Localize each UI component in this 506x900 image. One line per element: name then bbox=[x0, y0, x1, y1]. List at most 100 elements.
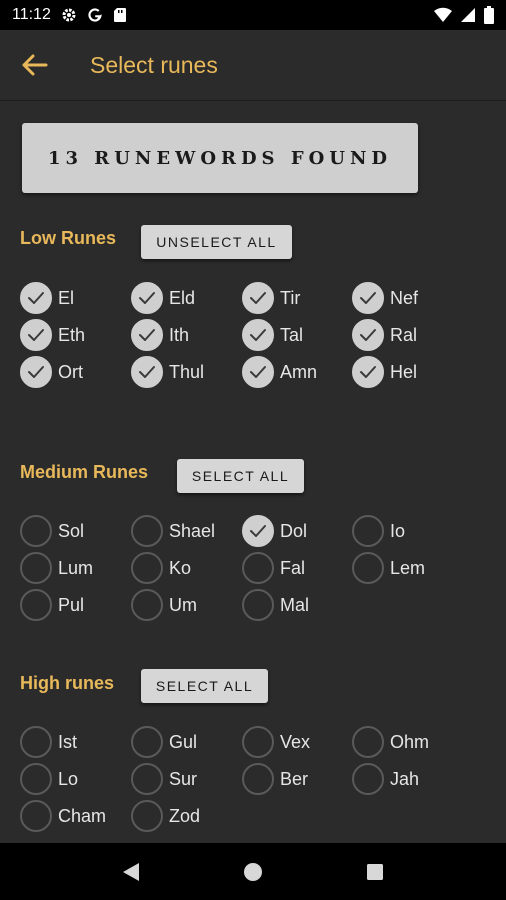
rune-checkbox-ral[interactable]: Ral bbox=[352, 319, 417, 351]
checkbox-unchecked-icon[interactable] bbox=[131, 800, 163, 832]
checkbox-unchecked-icon[interactable] bbox=[20, 763, 52, 795]
rune-checkbox-mal[interactable]: Mal bbox=[242, 589, 309, 621]
rune-checkbox-el[interactable]: El bbox=[20, 282, 74, 314]
checkbox-unchecked-icon[interactable] bbox=[352, 515, 384, 547]
rune-label: Jah bbox=[390, 768, 420, 789]
checkbox-unchecked-icon[interactable] bbox=[131, 515, 163, 547]
rune-checkbox-amn[interactable]: Amn bbox=[242, 356, 317, 388]
checkmark-icon bbox=[360, 366, 376, 378]
checkbox-checked-icon[interactable] bbox=[242, 356, 274, 388]
circle-home-icon bbox=[244, 862, 262, 881]
rune-checkbox-ort[interactable]: Ort bbox=[20, 356, 83, 388]
rune-checkbox-ohm[interactable]: Ohm bbox=[352, 726, 429, 758]
rune-checkbox-nef[interactable]: Nef bbox=[352, 282, 418, 314]
checkbox-checked-icon[interactable] bbox=[242, 515, 274, 547]
checkbox-checked-icon[interactable] bbox=[352, 356, 384, 388]
high-select-all-button[interactable]: SELECT ALL bbox=[141, 669, 268, 703]
rune-label: Ith bbox=[169, 324, 190, 345]
low-unselect-all-button[interactable]: UNSELECT ALL bbox=[141, 225, 292, 259]
nav-recents-button[interactable] bbox=[355, 852, 395, 892]
rune-checkbox-ith[interactable]: Ith bbox=[131, 319, 189, 351]
triangle-back-icon bbox=[123, 862, 139, 881]
rune-label: Ko bbox=[169, 557, 192, 578]
rune-checkbox-vex[interactable]: Vex bbox=[242, 726, 310, 758]
medium-select-all-button[interactable]: SELECT ALL bbox=[177, 459, 304, 493]
rune-checkbox-eld[interactable]: Eld bbox=[131, 282, 195, 314]
rune-checkbox-hel[interactable]: Hel bbox=[352, 356, 417, 388]
checkbox-unchecked-icon[interactable] bbox=[20, 552, 52, 584]
rune-checkbox-um[interactable]: Um bbox=[131, 589, 197, 621]
checkmark-icon bbox=[28, 366, 44, 378]
checkbox-unchecked-icon[interactable] bbox=[242, 589, 274, 621]
checkbox-unchecked-icon[interactable] bbox=[352, 552, 384, 584]
checkbox-checked-icon[interactable] bbox=[242, 319, 274, 351]
checkmark-icon bbox=[250, 292, 266, 304]
rune-checkbox-tal[interactable]: Tal bbox=[242, 319, 303, 351]
rune-checkbox-eth[interactable]: Eth bbox=[20, 319, 85, 351]
rune-label: Ohm bbox=[390, 731, 430, 752]
rune-checkbox-sur[interactable]: Sur bbox=[131, 763, 197, 795]
checkbox-unchecked-icon[interactable] bbox=[131, 763, 163, 795]
checkbox-unchecked-icon[interactable] bbox=[242, 552, 274, 584]
checkbox-unchecked-icon[interactable] bbox=[242, 726, 274, 758]
checkbox-checked-icon[interactable] bbox=[20, 282, 52, 314]
rune-checkbox-fal[interactable]: Fal bbox=[242, 552, 305, 584]
checkbox-unchecked-icon[interactable] bbox=[131, 726, 163, 758]
signal-icon bbox=[460, 7, 476, 23]
checkbox-unchecked-icon[interactable] bbox=[20, 515, 52, 547]
rune-checkbox-cham[interactable]: Cham bbox=[20, 800, 106, 832]
checkbox-checked-icon[interactable] bbox=[131, 282, 163, 314]
battery-icon bbox=[484, 6, 494, 24]
rune-checkbox-ko[interactable]: Ko bbox=[131, 552, 191, 584]
rune-checkbox-jah[interactable]: Jah bbox=[352, 763, 419, 795]
rune-checkbox-zod[interactable]: Zod bbox=[131, 800, 200, 832]
rune-checkbox-lum[interactable]: Lum bbox=[20, 552, 93, 584]
checkbox-unchecked-icon[interactable] bbox=[20, 800, 52, 832]
rune-checkbox-shael[interactable]: Shael bbox=[131, 515, 215, 547]
rune-checkbox-io[interactable]: Io bbox=[352, 515, 405, 547]
app-bar: Select runes bbox=[0, 30, 506, 100]
rune-label: Hel bbox=[390, 361, 418, 382]
rune-checkbox-gul[interactable]: Gul bbox=[131, 726, 197, 758]
checkbox-unchecked-icon[interactable] bbox=[20, 589, 52, 621]
rune-label: Ort bbox=[58, 361, 83, 382]
checkbox-unchecked-icon[interactable] bbox=[131, 552, 163, 584]
rune-checkbox-ist[interactable]: Ist bbox=[20, 726, 77, 758]
checkbox-unchecked-icon[interactable] bbox=[352, 726, 384, 758]
rune-checkbox-lem[interactable]: Lem bbox=[352, 552, 425, 584]
rune-checkbox-pul[interactable]: Pul bbox=[20, 589, 84, 621]
checkbox-checked-icon[interactable] bbox=[131, 319, 163, 351]
nav-home-button[interactable] bbox=[233, 852, 273, 892]
checkmark-icon bbox=[139, 366, 155, 378]
rune-checkbox-tir[interactable]: Tir bbox=[242, 282, 300, 314]
checkbox-checked-icon[interactable] bbox=[131, 356, 163, 388]
rune-label: Vex bbox=[280, 731, 311, 752]
rune-checkbox-lo[interactable]: Lo bbox=[20, 763, 78, 795]
rune-label: Nef bbox=[390, 287, 419, 308]
checkbox-checked-icon[interactable] bbox=[352, 282, 384, 314]
wifi-icon bbox=[434, 7, 452, 23]
checkbox-checked-icon[interactable] bbox=[20, 319, 52, 351]
sd-card-icon bbox=[113, 7, 127, 23]
checkmark-icon bbox=[28, 329, 44, 341]
runewords-found-text: 13 RUNEWORDS FOUND bbox=[47, 147, 393, 169]
rune-label: Pul bbox=[58, 594, 85, 615]
rune-checkbox-dol[interactable]: Dol bbox=[242, 515, 307, 547]
rune-checkbox-thul[interactable]: Thul bbox=[131, 356, 204, 388]
rune-checkbox-ber[interactable]: Ber bbox=[242, 763, 308, 795]
checkbox-unchecked-icon[interactable] bbox=[352, 763, 384, 795]
checkbox-unchecked-icon[interactable] bbox=[131, 589, 163, 621]
rune-checkbox-sol[interactable]: Sol bbox=[20, 515, 84, 547]
back-button[interactable] bbox=[0, 30, 70, 100]
runewords-found-banner[interactable]: 13 RUNEWORDS FOUND bbox=[22, 123, 418, 193]
checkbox-checked-icon[interactable] bbox=[20, 356, 52, 388]
checkbox-checked-icon[interactable] bbox=[242, 282, 274, 314]
checkbox-unchecked-icon[interactable] bbox=[20, 726, 52, 758]
checkbox-unchecked-icon[interactable] bbox=[242, 763, 274, 795]
checkbox-checked-icon[interactable] bbox=[352, 319, 384, 351]
nav-back-button[interactable] bbox=[111, 852, 151, 892]
checkmark-icon bbox=[250, 525, 266, 537]
page-title: Select runes bbox=[90, 51, 218, 78]
rune-label: Sol bbox=[58, 520, 85, 541]
rune-label: Um bbox=[169, 594, 197, 615]
